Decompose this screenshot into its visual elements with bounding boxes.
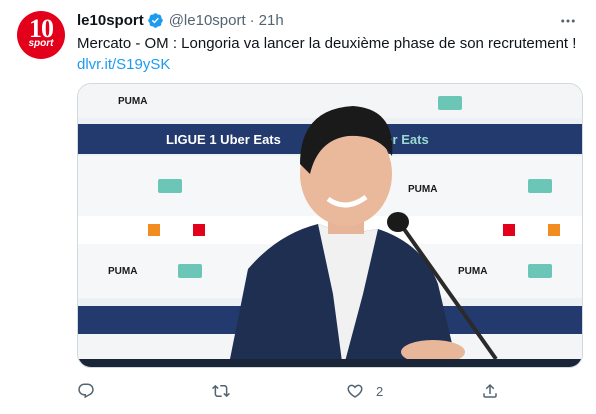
reply-button[interactable] xyxy=(77,378,107,404)
tweet-text: Mercato - OM : Longoria va lancer la deu… xyxy=(77,33,582,75)
share-button[interactable] xyxy=(481,378,511,404)
backdrop-ligue1-text: LIGUE 1 Uber Eats xyxy=(166,132,281,147)
le10sport-logo: 10 sport xyxy=(21,16,61,53)
retweet-button[interactable] xyxy=(212,378,242,404)
like-count: 2 xyxy=(376,383,384,399)
more-options-icon[interactable] xyxy=(556,9,580,33)
author-handle[interactable]: @le10sport xyxy=(169,12,246,29)
puma-logo: PUMA xyxy=(108,266,137,277)
tweet-link[interactable]: dlvr.it/S19ySK xyxy=(77,54,582,75)
verified-badge-icon xyxy=(147,12,164,29)
separator-dot: · xyxy=(249,11,255,29)
tweet-body: Mercato - OM : Longoria va lancer la deu… xyxy=(77,35,577,52)
tweet-header: le10sport @le10sport · 21h xyxy=(77,10,284,30)
tweet-media-photo[interactable]: LIGUE 1 Uber Eats Uber Eats PUMA PUMA PU… xyxy=(77,83,583,368)
like-button[interactable]: 2 xyxy=(346,378,383,404)
puma-logo: PUMA xyxy=(408,184,437,195)
author-name[interactable]: le10sport xyxy=(77,12,144,29)
reply-icon xyxy=(78,383,94,399)
puma-logo: PUMA xyxy=(118,96,147,107)
puma-logo: PUMA xyxy=(458,266,487,277)
retweet-icon xyxy=(212,384,230,398)
press-conference-photo: LIGUE 1 Uber Eats Uber Eats PUMA PUMA PU… xyxy=(78,84,582,367)
share-icon xyxy=(483,383,497,398)
heart-icon xyxy=(347,384,363,398)
tweet-actions: 2 xyxy=(77,378,583,404)
timestamp[interactable]: 21h xyxy=(259,12,284,29)
avatar[interactable]: 10 sport xyxy=(17,11,65,59)
tweet-card[interactable]: 10 sport le10sport @le10sport · 21h Merc… xyxy=(0,0,596,414)
logo-word: sport xyxy=(28,38,54,49)
